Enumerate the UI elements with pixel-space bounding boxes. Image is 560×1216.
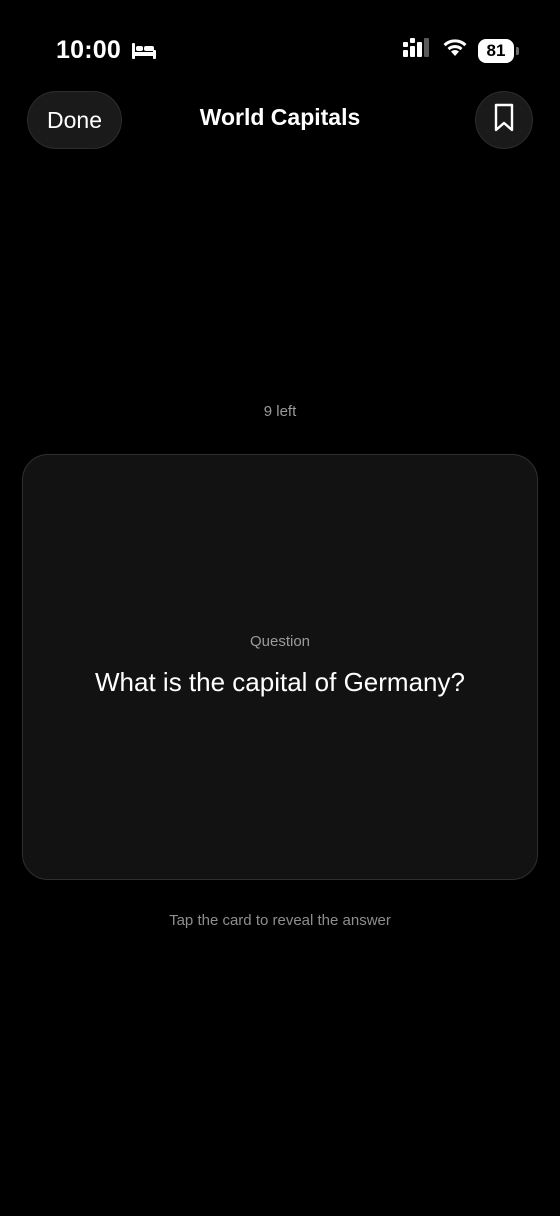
status-time: 10:00 (56, 36, 121, 64)
battery-level: 81 (486, 40, 506, 60)
status-bar: 10:00 81 (0, 0, 560, 100)
card-question-text: What is the capital of Germany? (95, 667, 465, 697)
battery-nub (516, 46, 519, 55)
cellular-signal-icon (402, 38, 432, 63)
cards-remaining: 9 left (263, 403, 297, 420)
status-indicators: 81 (402, 38, 519, 63)
battery-icon: 81 (478, 38, 519, 63)
bookmark-icon (493, 103, 515, 138)
bookmark-button[interactable] (475, 91, 533, 149)
flash-card[interactable]: Question What is the capital of Germany? (22, 454, 538, 880)
reveal-hint: Tap the card to reveal the answer (169, 912, 391, 929)
card-side-label: Question (249, 633, 311, 650)
status-time-group: 10:00 (56, 36, 157, 65)
bed-icon (131, 42, 157, 60)
wifi-icon (442, 38, 468, 63)
